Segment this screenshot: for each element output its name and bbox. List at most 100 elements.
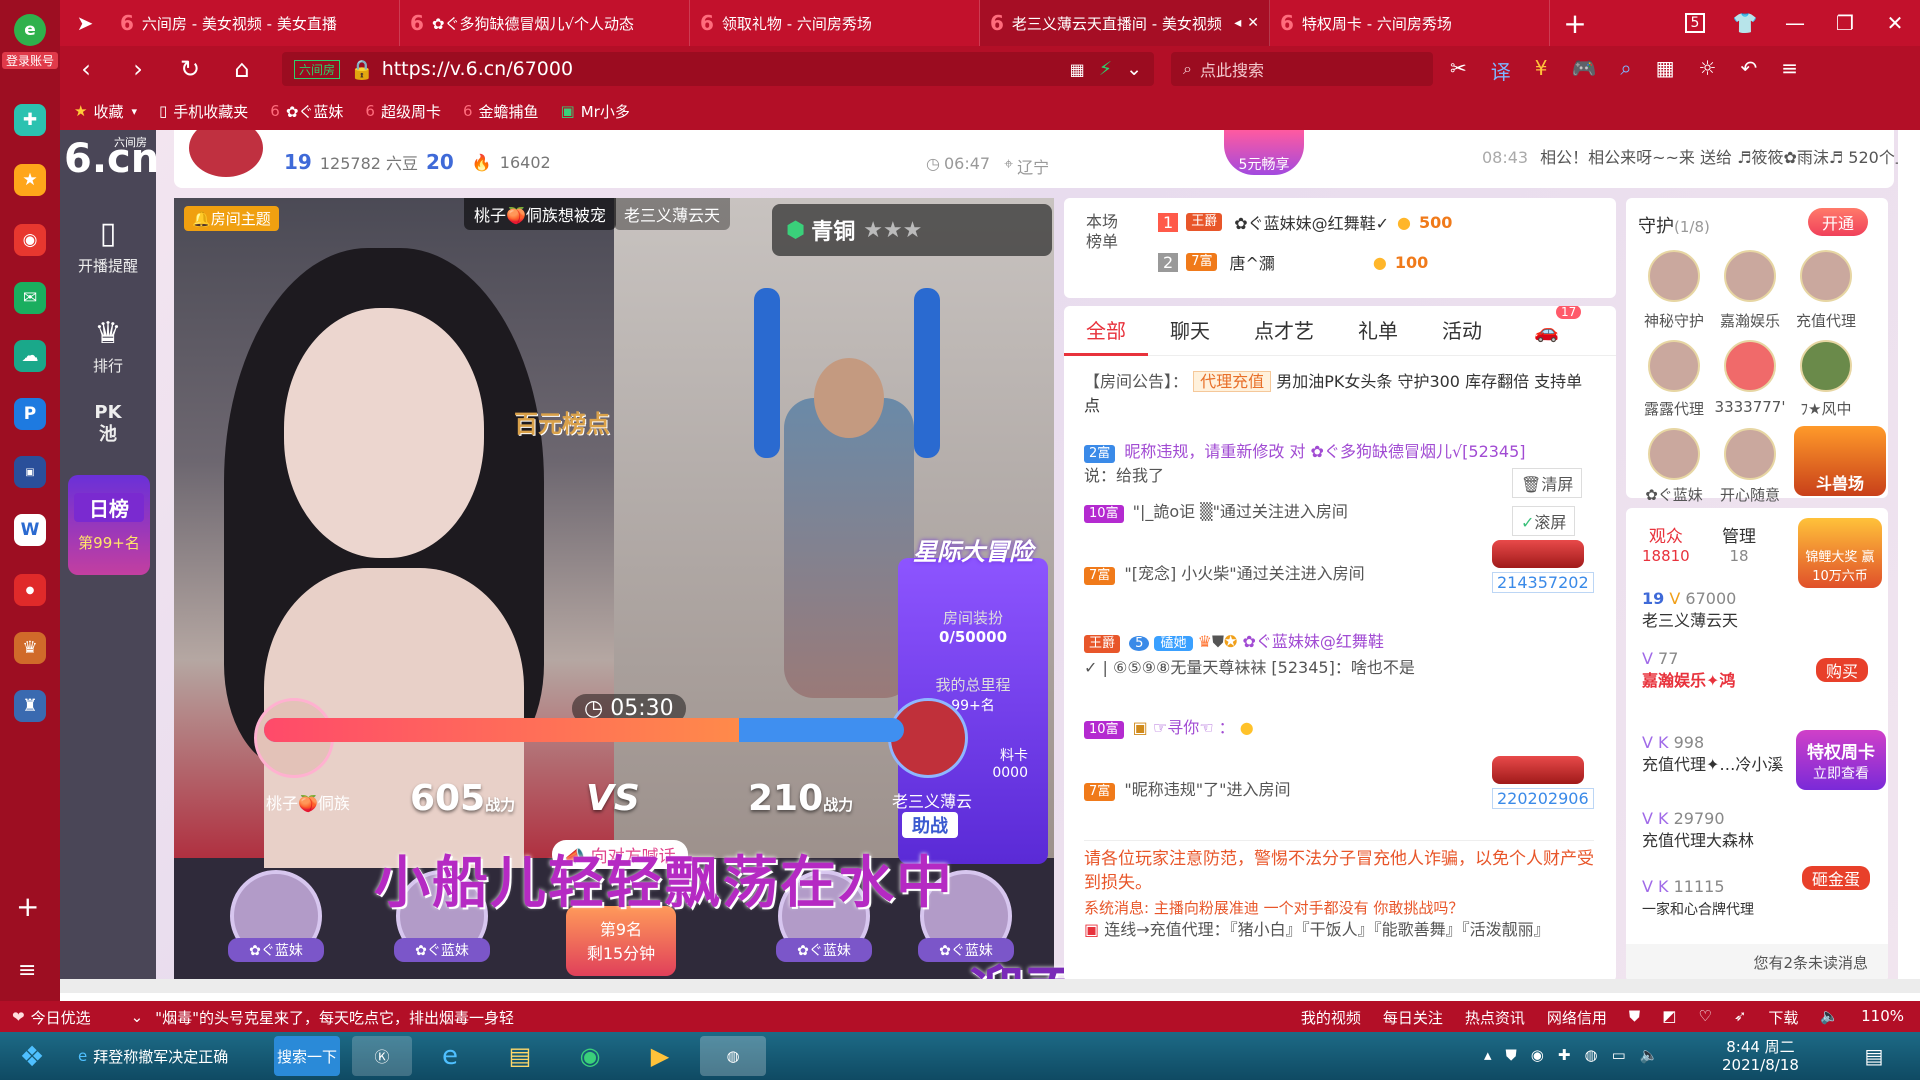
taskbar-player[interactable]: ▶ xyxy=(630,1036,690,1076)
browser-tab[interactable]: 6 ✿ぐ多狗缺德冒烟儿√个人动态 xyxy=(400,0,690,46)
tab-admins[interactable]: 管理 18 xyxy=(1722,522,1756,565)
back-icon[interactable]: ‹ xyxy=(60,55,112,83)
start-button[interactable]: ❖ xyxy=(8,1036,56,1076)
browser-tab[interactable]: 6 六间房 - 美女视频 - 美女直播 xyxy=(110,0,400,46)
horizontal-scrollbar[interactable] xyxy=(60,979,1920,993)
audience-row[interactable]: 19 V 67000 老三义薄云天 xyxy=(1642,588,1738,632)
daily-rank-card[interactable]: 日榜 第99+名 xyxy=(68,475,150,575)
translate-icon[interactable]: 译 xyxy=(1491,56,1511,85)
search-box[interactable]: ⌕ 点此搜索 xyxy=(1171,52,1433,86)
search-tool-icon[interactable]: ⌕ xyxy=(1620,56,1631,85)
new-tab-button[interactable]: + xyxy=(1550,0,1600,46)
system-tray[interactable]: ▴ ⛊ ◉ ✚ ◍ ▭ 🔈 xyxy=(1484,1046,1658,1064)
sidebar-item-pk[interactable]: PK池 xyxy=(60,402,156,446)
forward-icon[interactable]: › xyxy=(112,55,164,83)
status-daily-follow[interactable]: 每日关注 xyxy=(1383,1007,1443,1028)
home-icon[interactable]: ⌂ xyxy=(216,55,268,83)
clear-screen-button[interactable]: 🗑清屏 xyxy=(1512,468,1583,498)
rail-game3-icon[interactable]: ♜ xyxy=(14,690,46,722)
sidebar-item-live-reminder[interactable]: ▯ 开播提醒 xyxy=(60,216,156,276)
lightning-icon[interactable]: ⚡ xyxy=(1099,58,1112,80)
taskbar-ie[interactable]: e xyxy=(420,1036,480,1076)
bookmark-favorites[interactable]: ★ 收藏 ▾ xyxy=(74,101,137,122)
room-topic-button[interactable]: 🔔房间主题 xyxy=(184,206,279,231)
status-credit[interactable]: 网络信用 xyxy=(1547,1007,1607,1028)
car-id[interactable]: 220202906 xyxy=(1492,788,1594,809)
tab-activity[interactable]: 活动 xyxy=(1420,306,1504,356)
ranking-row[interactable]: 1 王爵 ✿ぐ蓝妹妹@红舞鞋✓ ● 500 xyxy=(1158,210,1452,234)
minimize-button[interactable]: — xyxy=(1770,0,1820,46)
browser-tab[interactable]: 6 特权周卡 - 六间房秀场 xyxy=(1270,0,1550,46)
shield-icon[interactable]: ⛊ xyxy=(1629,1007,1640,1028)
add-icon[interactable]: + xyxy=(16,890,39,923)
rail-game-icon[interactable]: ▣ xyxy=(14,456,46,488)
tab-audience[interactable]: 观众 18810 xyxy=(1642,522,1690,565)
ranking-row[interactable]: 2 7富 唐^瀰 ● 100 xyxy=(1158,250,1428,274)
privilege-card-promo[interactable]: 特权周卡 立即查看 xyxy=(1796,730,1886,790)
announce-tag[interactable]: 代理充值 xyxy=(1193,371,1272,392)
browser-tab[interactable]: 6 领取礼物 - 六间房秀场 xyxy=(690,0,980,46)
arena-promo[interactable]: 斗兽场 xyxy=(1794,426,1886,496)
audience-row[interactable]: V K 29790 充值代理大森林 xyxy=(1642,808,1754,852)
status-my-video[interactable]: 我的视频 xyxy=(1301,1007,1361,1028)
tab-talent[interactable]: 点才艺 xyxy=(1232,306,1336,356)
grid-icon[interactable]: ▦ xyxy=(1656,56,1675,85)
guard-avatar[interactable] xyxy=(1724,250,1776,302)
rail-star-icon[interactable]: ★ xyxy=(14,164,46,196)
restore-button[interactable]: ❐ xyxy=(1820,0,1870,46)
tray-app-icon[interactable]: ◉ xyxy=(1531,1046,1544,1064)
apps-icon[interactable]: ▦ xyxy=(1070,60,1085,79)
audience-row[interactable]: V K 11115 一家和心合牌代理 xyxy=(1642,876,1754,921)
guard-avatar[interactable] xyxy=(1724,340,1776,392)
taskbar-search[interactable]: e 拜登称撤军决定正确 xyxy=(72,1036,272,1076)
game-icon[interactable]: 🎮 xyxy=(1572,56,1597,85)
skin-icon[interactable]: 👕 xyxy=(1720,0,1770,46)
news-ticker[interactable]: "烟毒"的头号克星来了，每天吃点它，排出烟毒一身轻 xyxy=(155,1007,514,1028)
chart-icon[interactable]: ◩ xyxy=(1662,1007,1676,1028)
guard-avatar[interactable] xyxy=(1648,340,1700,392)
taskbar-browser[interactable]: ◉ xyxy=(560,1036,620,1076)
login-account-link[interactable]: 登录账号 xyxy=(2,52,58,69)
message-text[interactable]: ☞寻你☜ ： xyxy=(1153,718,1235,737)
tab-mute-icon[interactable]: ◂ xyxy=(1234,15,1241,31)
message-text[interactable]: 昵称违规，请重新修改 对 ✿ぐ多狗缺德冒烟儿√[52345] xyxy=(1124,442,1525,461)
taskbar-app-active[interactable]: ◍ xyxy=(700,1036,766,1076)
golden-egg-button[interactable]: 砸金蛋 xyxy=(1802,866,1871,890)
tray-volume-icon[interactable]: 🔈 xyxy=(1640,1046,1659,1064)
address-bar[interactable]: 六间房 🔒 https://v.6.cn/67000 ▦ ⚡ ⌄ xyxy=(282,52,1154,86)
guard-avatar[interactable] xyxy=(1800,250,1852,302)
rocket-icon[interactable]: ➶ xyxy=(1734,1007,1747,1028)
taskbar-search-button[interactable]: 搜索一下 xyxy=(274,1036,340,1076)
close-window-button[interactable]: ✕ xyxy=(1870,0,1920,46)
promo-badge[interactable]: 5元畅享 xyxy=(1224,130,1304,175)
tab-close-icon[interactable]: ✕ xyxy=(1247,15,1259,31)
guard-avatar[interactable] xyxy=(1648,428,1700,480)
brightness-icon[interactable]: ☼ xyxy=(1699,56,1717,85)
tab-all[interactable]: 全部 xyxy=(1064,306,1148,356)
guard-avatar[interactable] xyxy=(1724,428,1776,480)
rail-game2-icon[interactable]: ♛ xyxy=(14,632,46,664)
taskbar-app-k[interactable]: Ⓚ xyxy=(352,1036,412,1076)
bookmark-item[interactable]: 6 ✿ぐ蓝妹 xyxy=(270,101,343,122)
coupon-icon[interactable]: ¥ xyxy=(1535,56,1548,85)
zoom-level[interactable]: 110% xyxy=(1861,1007,1904,1028)
taskbar-folder[interactable]: ▤ xyxy=(490,1036,550,1076)
buy-button[interactable]: 购买 xyxy=(1816,658,1869,682)
rail-red-icon[interactable]: ● xyxy=(14,574,46,606)
dropdown-icon[interactable]: ⌄ xyxy=(1126,58,1142,80)
menu-list-icon[interactable]: ≡ xyxy=(18,958,36,983)
car-icon[interactable]: 🚗 17 xyxy=(1534,306,1582,343)
tray-shield-icon[interactable]: ⛊ xyxy=(1506,1046,1517,1064)
undo-icon[interactable]: ↶ xyxy=(1740,56,1757,85)
audience-row[interactable]: V K 998 充值代理✦…冷小溪 xyxy=(1642,732,1783,776)
tab-home-icon[interactable]: ➤ xyxy=(60,0,110,46)
tab-chat[interactable]: 聊天 xyxy=(1148,306,1232,356)
tab-gifts[interactable]: 礼单 xyxy=(1336,306,1420,356)
sidebar-item-rank[interactable]: ♛ 排行 xyxy=(60,316,156,376)
bookmark-item[interactable]: 6 金蟾捕鱼 xyxy=(463,101,539,122)
weibo-icon[interactable]: ◉ xyxy=(14,224,46,256)
tab-count-button[interactable]: 5 xyxy=(1670,0,1720,46)
status-hot-news[interactable]: 热点资讯 xyxy=(1465,1007,1525,1028)
tray-plus-icon[interactable]: ✚ xyxy=(1558,1046,1571,1064)
audience-row[interactable]: V 77 嘉瀚娱乐✦鸿 xyxy=(1642,648,1735,692)
